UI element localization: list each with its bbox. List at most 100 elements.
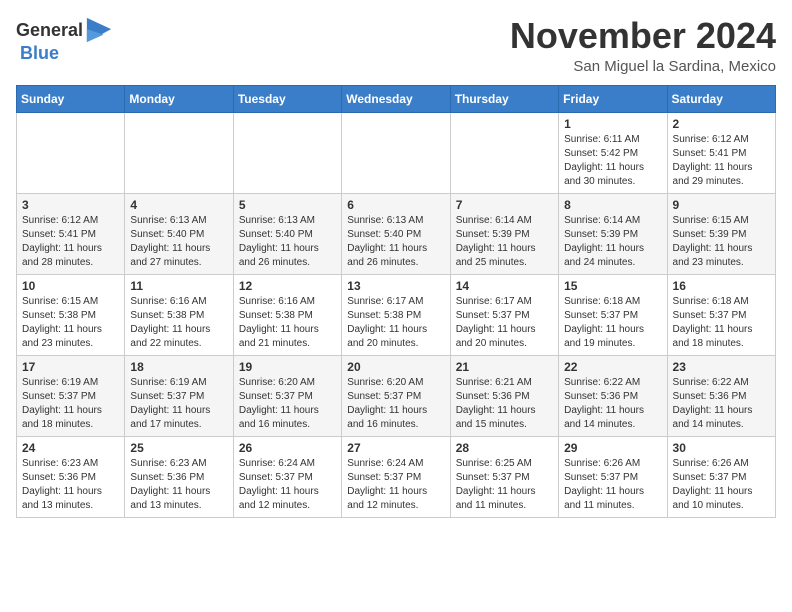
day-info: Sunrise: 6:24 AMSunset: 5:37 PMDaylight:… [347, 457, 444, 513]
calendar-week-row: 3 Sunrise: 6:12 AMSunset: 5:41 PMDaylight… [17, 193, 776, 274]
calendar-cell [125, 112, 233, 193]
calendar-cell: 14 Sunrise: 6:17 AMSunset: 5:37 PMDayligh… [450, 274, 558, 355]
calendar-cell [450, 112, 558, 193]
calendar-week-row: 24Sunrise: 6:23 AMSunset: 5:36 PMDayligh… [17, 436, 776, 517]
day-number: 16 [673, 279, 770, 293]
day-number: 18 [130, 360, 227, 374]
calendar-cell: 15 Sunrise: 6:18 AMSunset: 5:37 PMDayligh… [559, 274, 667, 355]
calendar-cell: 20 Sunrise: 6:20 AMSunset: 5:37 PMDayligh… [342, 355, 450, 436]
day-info: Sunrise: 6:18 AMSunset: 5:37 PMDaylight:… [673, 295, 770, 351]
calendar-cell: 23 Sunrise: 6:22 AMSunset: 5:36 PMDayligh… [667, 355, 775, 436]
calendar-cell: 27 Sunrise: 6:24 AMSunset: 5:37 PMDayligh… [342, 436, 450, 517]
day-info: Sunrise: 6:18 AMSunset: 5:37 PMDaylight:… [564, 295, 661, 351]
calendar-cell [17, 112, 125, 193]
calendar-cell: 6Sunrise: 6:13 AMSunset: 5:40 PMDaylight… [342, 193, 450, 274]
day-info: Sunrise: 6:15 AMSunset: 5:39 PMDaylight:… [673, 214, 770, 270]
weekday-header: Thursday [450, 85, 558, 112]
calendar-cell: 18 Sunrise: 6:19 AMSunset: 5:37 PMDayligh… [125, 355, 233, 436]
day-info: Sunrise: 6:13 AMSunset: 5:40 PMDaylight:… [130, 214, 227, 270]
calendar-cell: 30 Sunrise: 6:26 AMSunset: 5:37 PMDayligh… [667, 436, 775, 517]
month-title: November 2024 [510, 16, 776, 56]
calendar-header-row: SundayMondayTuesdayWednesdayThursdayFrid… [17, 85, 776, 112]
calendar-cell: 12 Sunrise: 6:16 AMSunset: 5:38 PMDayligh… [233, 274, 341, 355]
day-number: 5 [239, 198, 336, 212]
day-info: Sunrise: 6:19 AMSunset: 5:37 PMDaylight:… [130, 376, 227, 432]
calendar-week-row: 10Sunrise: 6:15 AMSunset: 5:38 PMDayligh… [17, 274, 776, 355]
calendar-cell: 25Sunrise: 6:23 AMSunset: 5:36 PMDayligh… [125, 436, 233, 517]
day-info: Sunrise: 6:12 AMSunset: 5:41 PMDaylight:… [22, 214, 119, 270]
day-number: 2 [673, 117, 770, 131]
day-info: Sunrise: 6:26 AMSunset: 5:37 PMDaylight:… [673, 457, 770, 513]
day-number: 12 [239, 279, 336, 293]
day-number: 23 [673, 360, 770, 374]
calendar-cell: 11 Sunrise: 6:16 AMSunset: 5:38 PMDayligh… [125, 274, 233, 355]
day-number: 10 [22, 279, 119, 293]
day-info: Sunrise: 6:22 AMSunset: 5:36 PMDaylight:… [673, 376, 770, 432]
weekday-header: Wednesday [342, 85, 450, 112]
day-number: 14 [456, 279, 553, 293]
logo-icon [85, 16, 113, 44]
day-number: 4 [130, 198, 227, 212]
day-number: 13 [347, 279, 444, 293]
calendar-cell: 17Sunrise: 6:19 AMSunset: 5:37 PMDayligh… [17, 355, 125, 436]
day-number: 1 [564, 117, 661, 131]
day-number: 30 [673, 441, 770, 455]
day-info: Sunrise: 6:24 AMSunset: 5:37 PMDaylight:… [239, 457, 336, 513]
day-number: 3 [22, 198, 119, 212]
weekday-header: Tuesday [233, 85, 341, 112]
location-title: San Miguel la Sardina, Mexico [510, 58, 776, 75]
calendar-cell: 2 Sunrise: 6:12 AMSunset: 5:41 PMDaylight… [667, 112, 775, 193]
day-number: 6 [347, 198, 444, 212]
calendar-cell: 19 Sunrise: 6:20 AMSunset: 5:37 PMDayligh… [233, 355, 341, 436]
day-number: 21 [456, 360, 553, 374]
day-number: 15 [564, 279, 661, 293]
day-info: Sunrise: 6:12 AMSunset: 5:41 PMDaylight:… [673, 133, 770, 189]
calendar-cell: 10Sunrise: 6:15 AMSunset: 5:38 PMDayligh… [17, 274, 125, 355]
calendar-cell: 4 Sunrise: 6:13 AMSunset: 5:40 PMDaylight… [125, 193, 233, 274]
calendar-week-row: 17Sunrise: 6:19 AMSunset: 5:37 PMDayligh… [17, 355, 776, 436]
day-info: Sunrise: 6:13 AMSunset: 5:40 PMDaylight:… [239, 214, 336, 270]
calendar-cell: 28Sunrise: 6:25 AMSunset: 5:37 PMDayligh… [450, 436, 558, 517]
logo-general: General [16, 21, 83, 39]
day-number: 20 [347, 360, 444, 374]
day-info: Sunrise: 6:14 AMSunset: 5:39 PMDaylight:… [456, 214, 553, 270]
day-info: Sunrise: 6:22 AMSunset: 5:36 PMDaylight:… [564, 376, 661, 432]
day-info: Sunrise: 6:16 AMSunset: 5:38 PMDaylight:… [239, 295, 336, 351]
calendar-cell: 3 Sunrise: 6:12 AMSunset: 5:41 PMDaylight… [17, 193, 125, 274]
calendar-week-row: 1 Sunrise: 6:11 AMSunset: 5:42 PMDaylight… [17, 112, 776, 193]
day-info: Sunrise: 6:17 AMSunset: 5:37 PMDaylight:… [456, 295, 553, 351]
weekday-header: Sunday [17, 85, 125, 112]
calendar-cell: 24Sunrise: 6:23 AMSunset: 5:36 PMDayligh… [17, 436, 125, 517]
calendar-cell: 8Sunrise: 6:14 AMSunset: 5:39 PMDaylight… [559, 193, 667, 274]
calendar-cell: 22Sunrise: 6:22 AMSunset: 5:36 PMDayligh… [559, 355, 667, 436]
day-number: 19 [239, 360, 336, 374]
day-number: 7 [456, 198, 553, 212]
day-number: 28 [456, 441, 553, 455]
calendar-cell: 5 Sunrise: 6:13 AMSunset: 5:40 PMDaylight… [233, 193, 341, 274]
calendar-cell: 1 Sunrise: 6:11 AMSunset: 5:42 PMDaylight… [559, 112, 667, 193]
day-info: Sunrise: 6:23 AMSunset: 5:36 PMDaylight:… [130, 457, 227, 513]
day-info: Sunrise: 6:16 AMSunset: 5:38 PMDaylight:… [130, 295, 227, 351]
weekday-header: Monday [125, 85, 233, 112]
day-info: Sunrise: 6:20 AMSunset: 5:37 PMDaylight:… [239, 376, 336, 432]
calendar-cell: 13 Sunrise: 6:17 AMSunset: 5:38 PMDayligh… [342, 274, 450, 355]
day-number: 27 [347, 441, 444, 455]
logo-blue: Blue [20, 43, 59, 63]
weekday-header: Friday [559, 85, 667, 112]
day-info: Sunrise: 6:17 AMSunset: 5:38 PMDaylight:… [347, 295, 444, 351]
day-number: 29 [564, 441, 661, 455]
day-number: 11 [130, 279, 227, 293]
logo: General Blue [16, 16, 113, 64]
page-header: General Blue November 2024 San Miguel la… [16, 16, 776, 75]
day-info: Sunrise: 6:11 AMSunset: 5:42 PMDaylight:… [564, 133, 661, 189]
day-info: Sunrise: 6:20 AMSunset: 5:37 PMDaylight:… [347, 376, 444, 432]
calendar-cell: 29 Sunrise: 6:26 AMSunset: 5:37 PMDayligh… [559, 436, 667, 517]
day-info: Sunrise: 6:19 AMSunset: 5:37 PMDaylight:… [22, 376, 119, 432]
calendar-cell: 16 Sunrise: 6:18 AMSunset: 5:37 PMDayligh… [667, 274, 775, 355]
calendar-cell: 21 Sunrise: 6:21 AMSunset: 5:36 PMDayligh… [450, 355, 558, 436]
day-info: Sunrise: 6:26 AMSunset: 5:37 PMDaylight:… [564, 457, 661, 513]
calendar: SundayMondayTuesdayWednesdayThursdayFrid… [16, 85, 776, 518]
day-info: Sunrise: 6:21 AMSunset: 5:36 PMDaylight:… [456, 376, 553, 432]
calendar-cell [233, 112, 341, 193]
weekday-header: Saturday [667, 85, 775, 112]
